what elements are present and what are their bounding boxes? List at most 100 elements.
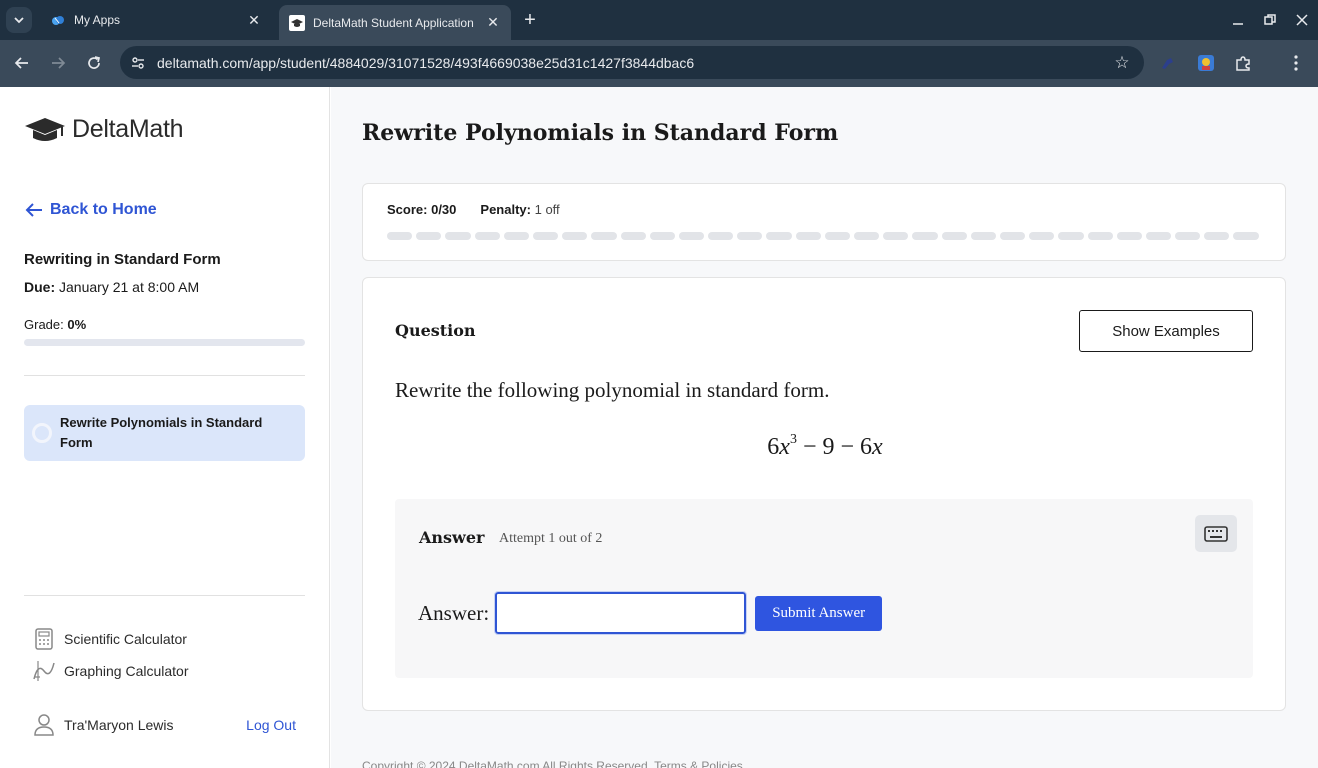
progress-segment bbox=[678, 232, 705, 240]
progress-segment bbox=[445, 232, 471, 240]
expr-coef2: 6 bbox=[860, 434, 873, 460]
arrow-left-icon bbox=[25, 203, 42, 217]
progress-segment bbox=[503, 232, 529, 240]
progress-segment bbox=[999, 232, 1026, 240]
scientific-calculator-link[interactable]: Scientific Calculator bbox=[30, 627, 187, 651]
score-line: Score: 0/30 Penalty: 1 off bbox=[387, 202, 560, 217]
url-text: deltamath.com/app/student/4884029/310715… bbox=[157, 54, 695, 71]
browser-toolbar: deltamath.com/app/student/4884029/310715… bbox=[0, 40, 1318, 87]
logo-text: DeltaMath bbox=[72, 115, 184, 143]
divider bbox=[24, 375, 305, 376]
progress-segment bbox=[532, 232, 559, 240]
log-out-link[interactable]: Log Out bbox=[246, 717, 296, 733]
sidebar: DeltaMath Back to Home Rewriting in Stan… bbox=[0, 87, 330, 768]
close-icon[interactable]: ✕ bbox=[485, 14, 501, 31]
deltamath-logo[interactable]: DeltaMath bbox=[24, 115, 184, 144]
progress-segment bbox=[649, 232, 675, 240]
main-content: Rewrite Polynomials in Standard Form Sco… bbox=[331, 87, 1318, 768]
progress-segment bbox=[387, 232, 413, 240]
progress-segment bbox=[1175, 232, 1201, 240]
progress-segment bbox=[591, 232, 617, 240]
back-to-home-link[interactable]: Back to Home bbox=[24, 201, 157, 219]
question-label: Question bbox=[395, 321, 476, 340]
address-bar[interactable]: deltamath.com/app/student/4884029/310715… bbox=[120, 46, 1144, 79]
graduation-cap-icon bbox=[289, 14, 305, 31]
assignment-title: Rewriting in Standard Form bbox=[24, 251, 221, 268]
progress-ring-icon bbox=[32, 423, 52, 443]
answer-heading: Answer bbox=[419, 528, 485, 547]
progress-segment bbox=[708, 232, 734, 240]
expr-var1: x bbox=[779, 434, 790, 460]
expr-coef1: 6 bbox=[767, 434, 780, 460]
skill-item-rewrite-polynomials[interactable]: Rewrite Polynomials in Standard Form bbox=[24, 405, 305, 461]
keyboard-icon bbox=[1204, 525, 1228, 542]
extensions-puzzle-icon[interactable] bbox=[1232, 52, 1254, 74]
page-title: Rewrite Polynomials in Standard Form bbox=[362, 120, 839, 146]
tab-my-apps[interactable]: My Apps ✕ bbox=[40, 5, 272, 35]
progress-segment bbox=[824, 232, 850, 240]
expr-var2: x bbox=[872, 434, 883, 460]
minimize-icon[interactable] bbox=[1226, 8, 1250, 32]
score-value: 0/30 bbox=[431, 202, 457, 217]
score-card: Score: 0/30 Penalty: 1 off bbox=[362, 183, 1286, 261]
footer-text: Copyright © 2024 DeltaMath.com All Right… bbox=[362, 759, 743, 768]
back-arrow-icon[interactable] bbox=[9, 50, 35, 76]
keyboard-toggle-button[interactable] bbox=[1195, 515, 1237, 552]
bookmark-star-icon[interactable]: ☆ bbox=[1110, 51, 1134, 75]
scientific-calculator-label: Scientific Calculator bbox=[64, 631, 187, 647]
user-name: Tra'Maryon Lewis bbox=[64, 717, 174, 733]
back-to-home-label: Back to Home bbox=[50, 201, 157, 218]
close-icon[interactable]: ✕ bbox=[246, 12, 262, 28]
divider bbox=[24, 595, 305, 596]
due-value: January 21 at 8:00 AM bbox=[59, 279, 200, 295]
graduation-cap-icon bbox=[25, 117, 65, 141]
progress-segment bbox=[1087, 232, 1113, 240]
due-label: Due: bbox=[24, 279, 56, 295]
progress-segment bbox=[1204, 232, 1230, 240]
score: Score: 0/30 bbox=[387, 202, 456, 217]
question-card: Question Show Examples Rewrite the follo… bbox=[362, 277, 1286, 711]
tab-title: My Apps bbox=[74, 13, 121, 27]
calculator-icon bbox=[30, 627, 58, 651]
progress-segment bbox=[562, 232, 588, 240]
extension-puppy-icon[interactable] bbox=[1157, 52, 1179, 74]
progress-segment bbox=[1145, 232, 1172, 240]
grade-value: 0% bbox=[67, 317, 87, 332]
penalty: Penalty: 1 off bbox=[480, 202, 559, 217]
penalty-value: 1 off bbox=[534, 202, 560, 217]
progress-segment bbox=[737, 232, 763, 240]
graph-icon bbox=[30, 659, 58, 683]
graphing-calculator-link[interactable]: Graphing Calculator bbox=[30, 659, 189, 683]
submit-answer-button[interactable]: Submit Answer bbox=[755, 595, 883, 631]
polynomial-expression: 6x3 − 9 − 6x bbox=[363, 432, 1287, 461]
expr-op1: − bbox=[802, 434, 817, 460]
penalty-label: Penalty: bbox=[480, 202, 531, 217]
browser-tab-bar: My Apps ✕ DeltaMath Student Application … bbox=[0, 0, 1318, 40]
progress-segment bbox=[474, 232, 500, 240]
progress-segment bbox=[795, 232, 821, 240]
answer-input[interactable] bbox=[494, 591, 748, 635]
site-settings-icon[interactable] bbox=[126, 51, 150, 75]
browser-menu-icon[interactable] bbox=[1285, 52, 1307, 74]
progress-segment bbox=[766, 232, 792, 240]
reload-icon[interactable] bbox=[81, 50, 107, 76]
tab-search-button[interactable] bbox=[6, 7, 32, 33]
user-row: Tra'Maryon Lewis Log Out bbox=[32, 713, 305, 737]
tab-title: DeltaMath Student Application bbox=[313, 15, 474, 30]
progress-segment bbox=[912, 232, 938, 240]
cloud-icon bbox=[50, 12, 66, 28]
score-label: Score: bbox=[387, 202, 428, 217]
progress-segment bbox=[620, 232, 646, 240]
extension-avatar-icon[interactable] bbox=[1195, 52, 1217, 74]
grade-label: Grade: bbox=[24, 317, 64, 332]
forward-arrow-icon[interactable] bbox=[45, 50, 71, 76]
tab-deltamath[interactable]: DeltaMath Student Application ✕ bbox=[279, 5, 511, 40]
progress-segment bbox=[941, 232, 967, 240]
progress-segment bbox=[1029, 232, 1055, 240]
progress-segment bbox=[970, 232, 996, 240]
show-examples-button[interactable]: Show Examples bbox=[1079, 310, 1253, 352]
window-close-icon[interactable] bbox=[1290, 8, 1314, 32]
new-tab-button[interactable]: + bbox=[518, 8, 542, 32]
grade: Grade: 0% bbox=[24, 317, 86, 332]
restore-icon[interactable] bbox=[1258, 8, 1282, 32]
